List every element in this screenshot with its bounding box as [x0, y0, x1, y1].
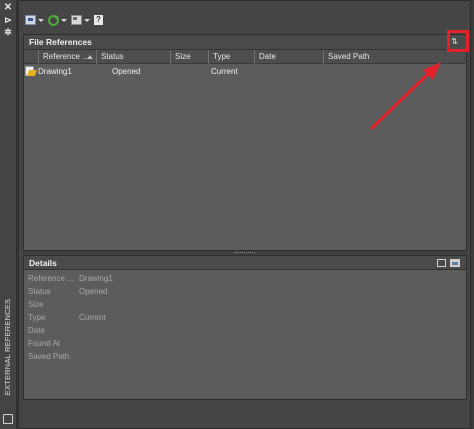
palette-title-strip: ✕ ⊳ ✲ EXTERNAL REFERENCES — [0, 0, 17, 429]
change-path-button[interactable] — [71, 13, 90, 27]
detail-key: Type — [28, 313, 46, 322]
toolbar: ? — [25, 12, 103, 28]
palette-title: EXTERNAL REFERENCES — [2, 287, 14, 407]
column-header-size[interactable]: Size — [170, 50, 208, 64]
detail-value: Opened — [79, 287, 108, 296]
details-header: Details — [24, 256, 466, 270]
column-header-label: Date — [259, 52, 276, 61]
column-header-icon — [24, 50, 38, 64]
column-header-label: Reference ... — [43, 52, 89, 61]
details-panel: Details Reference ... Drawing1 Status Op… — [23, 255, 467, 400]
preview-view-icon[interactable] — [450, 259, 460, 267]
file-references-column-headers: Reference ... Status Size Type Date Save… — [24, 50, 466, 64]
settings-icon[interactable]: ✲ — [2, 27, 14, 37]
help-icon: ? — [94, 15, 103, 25]
column-header-reference-name[interactable]: Reference ... — [38, 50, 96, 64]
chevron-down-icon[interactable] — [38, 18, 44, 22]
detail-key: Size — [28, 300, 44, 309]
details-title: Details — [29, 258, 57, 268]
detail-key: Reference ... — [28, 274, 74, 283]
detail-key: Found At — [28, 339, 61, 348]
palette-title-text: EXTERNAL REFERENCES — [3, 298, 12, 396]
sort-ascending-icon — [87, 55, 93, 59]
status-cell: Opened — [112, 67, 141, 76]
column-header-status[interactable]: Status — [96, 50, 170, 64]
drawing-file-icon — [25, 66, 38, 77]
column-header-label: Status — [101, 52, 124, 61]
details-view-icon[interactable] — [437, 259, 446, 267]
attach-button[interactable] — [25, 13, 44, 27]
file-references-panel: File References ⇅ Reference ... Status S… — [23, 34, 467, 251]
chevron-down-icon[interactable] — [61, 18, 67, 22]
column-header-saved-path[interactable]: Saved Path — [323, 50, 468, 64]
column-header-label: Size — [175, 52, 191, 61]
callout-highlight-box — [447, 30, 469, 52]
table-row[interactable]: Drawing1 Opened Current — [24, 65, 466, 78]
detail-value[interactable]: Drawing1 — [79, 272, 113, 285]
change-path-icon — [71, 15, 82, 25]
column-header-label: Type — [213, 52, 231, 61]
splitter-grip[interactable] — [235, 252, 255, 254]
detail-key: Saved Path — [28, 352, 70, 361]
attach-dwg-icon — [25, 15, 36, 25]
refresh-icon — [48, 14, 59, 26]
chevron-down-icon[interactable] — [84, 18, 90, 22]
detail-key: Status — [28, 287, 51, 296]
file-references-title: File References — [29, 37, 92, 47]
reference-name-cell: Drawing1 — [38, 67, 72, 76]
file-references-header: File References ⇅ — [24, 35, 466, 50]
close-icon[interactable]: ✕ — [2, 3, 14, 13]
detail-key: Date — [28, 326, 45, 335]
column-header-type[interactable]: Type — [208, 50, 254, 64]
help-button[interactable]: ? — [94, 13, 103, 27]
column-header-label: Saved Path — [328, 52, 370, 61]
column-header-date[interactable]: Date — [254, 50, 323, 64]
refresh-button[interactable] — [48, 13, 67, 27]
pin-icon[interactable]: ⊳ — [2, 15, 14, 25]
palette-menu-icon[interactable] — [3, 414, 13, 424]
type-cell: Current — [211, 67, 238, 76]
external-references-palette: ? File References ⇅ Reference ... Status… — [18, 0, 471, 429]
detail-value: Current — [79, 313, 106, 322]
